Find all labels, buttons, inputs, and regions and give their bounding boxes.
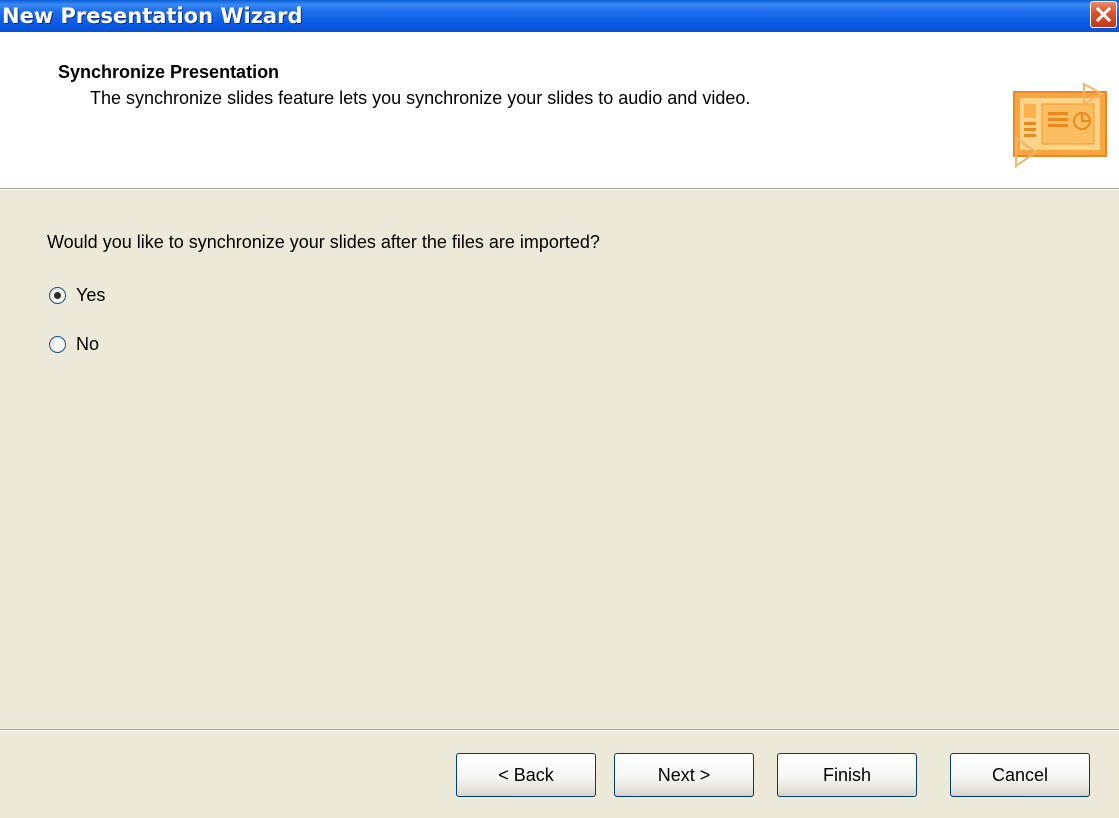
wizard-header: [0, 32, 1119, 189]
radio-label-yes: Yes: [76, 285, 106, 305]
close-icon: [1096, 7, 1111, 22]
window-title: New Presentation Wizard: [2, 4, 303, 28]
radio-option-yes[interactable]: Yes: [49, 284, 105, 306]
title-bar: New Presentation Wizard: [0, 0, 1119, 32]
radio-option-no[interactable]: No: [49, 333, 99, 355]
page-title: Synchronize Presentation: [58, 62, 280, 82]
footer-divider-highlight: [0, 730, 1119, 731]
finish-button[interactable]: Finish: [777, 753, 917, 797]
question-text: Would you like to synchronize your slide…: [47, 232, 600, 252]
close-button[interactable]: [1090, 1, 1117, 28]
back-button[interactable]: < Back: [456, 753, 596, 797]
presentation-graphic-icon: [1013, 82, 1107, 168]
radio-label-no: No: [76, 334, 100, 354]
radio-yes[interactable]: [49, 286, 66, 304]
cancel-button[interactable]: Cancel: [950, 753, 1090, 797]
header-divider: [0, 189, 1119, 190]
radio-no[interactable]: [49, 335, 66, 353]
next-button[interactable]: Next >: [614, 753, 754, 797]
page-subtitle: The synchronize slides feature lets you …: [90, 88, 751, 108]
